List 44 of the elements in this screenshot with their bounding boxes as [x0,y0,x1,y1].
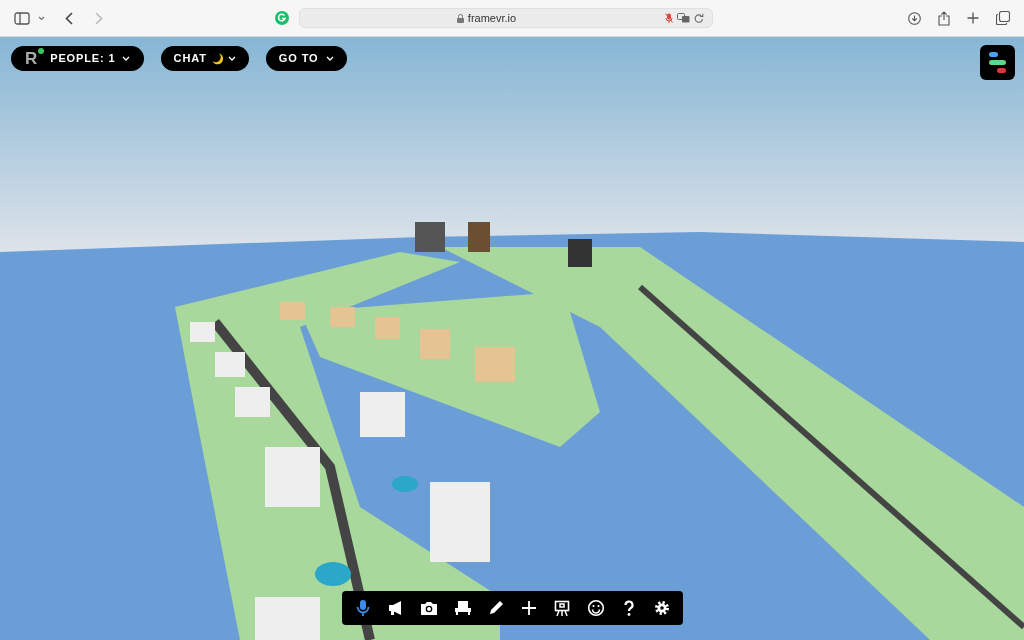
building [475,347,515,382]
go-to-button[interactable]: GO TO [265,46,348,71]
tabs-overview-icon[interactable] [996,11,1010,25]
chevron-down-icon [227,56,236,61]
armchair-icon[interactable] [453,599,472,617]
house [190,322,215,342]
house [235,387,270,417]
chevron-down-icon [326,56,335,61]
building [280,302,305,320]
pool [392,476,418,492]
building [330,307,355,327]
chat-button[interactable]: CHAT [160,46,249,71]
smiley-icon[interactable] [586,599,605,617]
tower [468,222,490,252]
avatar-initial: R [25,50,39,67]
share-icon[interactable] [938,10,950,26]
house [215,352,245,377]
chevron-down-icon[interactable] [38,15,45,21]
app-logo-icon[interactable] [980,45,1015,80]
building [420,329,450,359]
moon-icon [211,52,223,65]
people-button[interactable]: R PEOPLE: 1 [11,46,144,71]
new-tab-icon[interactable] [967,12,979,24]
back-icon[interactable] [65,11,73,25]
chevron-down-icon [121,56,130,61]
download-icon[interactable] [908,11,921,25]
plus-icon[interactable] [520,599,539,617]
house [360,392,405,437]
tower [568,239,592,267]
lock-icon [456,13,464,23]
sidebar-icon[interactable] [14,11,30,25]
pool [315,562,351,586]
microphone-muted-icon[interactable] [665,12,673,24]
reload-icon[interactable] [694,12,704,24]
settings-icon[interactable] [653,599,672,617]
house [265,447,320,507]
address-bar[interactable]: framevr.io [299,8,713,28]
house [255,597,320,640]
tower [415,222,445,252]
url-text: framevr.io [467,10,517,26]
camera-icon[interactable] [420,599,439,617]
translate-icon[interactable] [677,13,690,23]
building [375,317,400,339]
presentation-board-icon[interactable] [553,599,572,617]
